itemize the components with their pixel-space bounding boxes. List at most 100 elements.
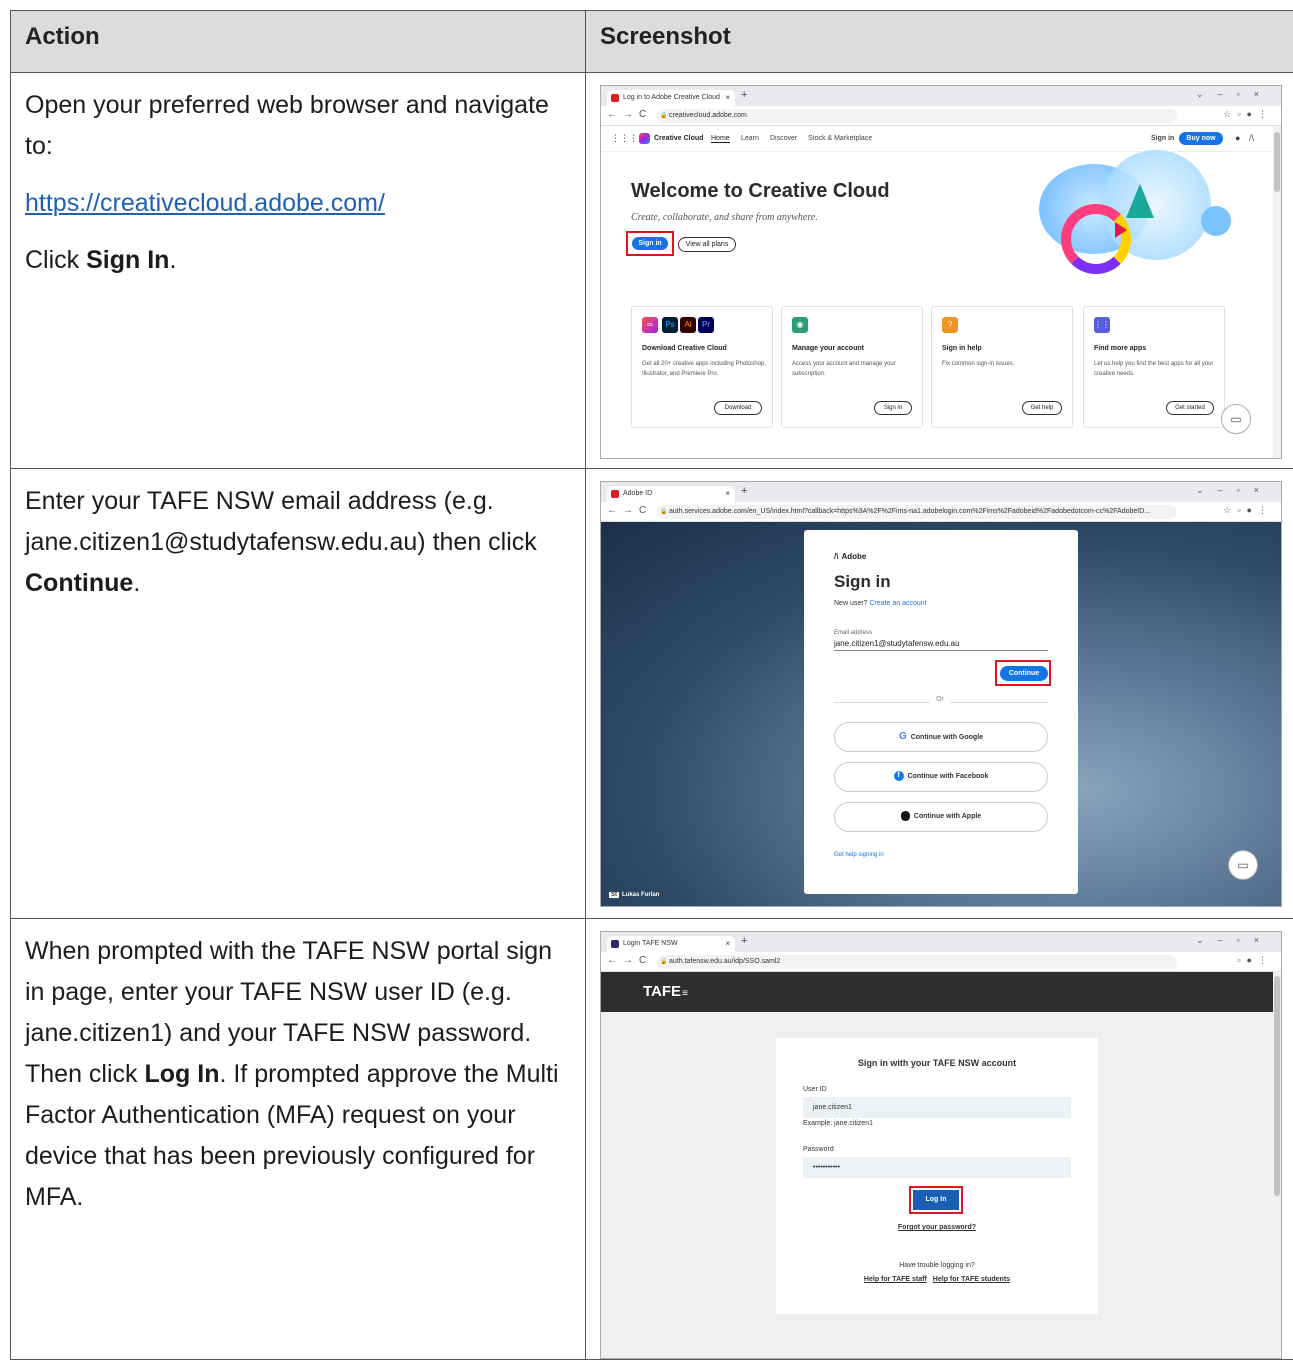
browser-tab[interactable]: Login TAFE NSW× [607,936,735,952]
help-icon[interactable]: ● [1235,133,1240,143]
help-staff-link[interactable]: Help for TAFE staff [864,1276,927,1283]
view-plans-button[interactable]: View all plans [678,237,736,252]
browser-window-adobe-id: Adobe ID× + ⌄–▫× ←→C auth.services.adobe… [600,481,1282,907]
header-screenshot: Screenshot [586,11,1293,73]
tafe-header: TAFE≡ [601,972,1273,1012]
tafe-body: Sign in with your TAFE NSW account User … [601,1012,1273,1358]
signin-title: Sign in [834,572,891,592]
cc-logo-icon [639,133,650,144]
close-tab-icon[interactable]: × [725,90,730,106]
step-1-para-3: Click Sign In. [25,240,571,281]
userid-field[interactable]: jane.citizen1 [803,1097,1071,1118]
app-grid-icon[interactable]: ⋮⋮⋮ [611,133,638,144]
hero-subtitle: Create, collaborate, and share from anyw… [631,212,818,223]
google-button[interactable]: GContinue with Google [834,722,1048,752]
window-controls-icon[interactable]: ⌄–▫× [1196,485,1273,496]
card-desc: Let us help you find the best apps for a… [1094,359,1218,379]
adobe-logo-icon: /\ [1249,133,1254,143]
card-title: Sign in help [942,345,982,352]
card-desc: Fix common sign-in issues. [942,359,1066,369]
nav-discover[interactable]: Discover [770,135,797,142]
card-help: ? Sign in help Fix common sign-in issues… [931,306,1073,428]
address-bar[interactable]: creativecloud.adobe.com [657,109,1177,123]
step-2-para: Enter your TAFE NSW email address (e.g. … [25,481,571,604]
nav-learn[interactable]: Learn [741,135,759,142]
premiere-icon: Pr [698,317,714,333]
creative-cloud-link[interactable]: https://creativecloud.adobe.com/ [25,189,385,217]
card-title: Manage your account [792,345,864,352]
step-1-text: Open your preferred web browser and navi… [11,73,586,469]
photo-credit: StLukas Furlan [609,892,659,898]
new-tab-icon[interactable]: + [741,935,747,947]
nav-arrows-icon[interactable]: ←→C [607,505,652,516]
card-account: ◉ Manage your account Access your accoun… [781,306,923,428]
card-title: Find more apps [1094,345,1146,352]
step-2-screenshot: Adobe ID× + ⌄–▫× ←→C auth.services.adobe… [586,469,1293,919]
background-photo: /\Adobe Sign in New user? Create an acco… [601,522,1281,906]
apple-icon [901,811,910,821]
nav-home[interactable]: Home [711,135,730,143]
create-account-link[interactable]: Create an account [869,600,926,607]
address-bar[interactable]: auth.services.adobe.com/en_US/index.html… [657,505,1177,519]
help-signin-link[interactable]: Get help signing in [834,852,884,858]
brand-name: Creative Cloud [654,135,703,142]
instruction-table: Action Screenshot Open your preferred we… [10,10,1293,1360]
apple-button[interactable]: Continue with Apple [834,802,1048,832]
facebook-button[interactable]: fContinue with Facebook [834,762,1048,792]
card-apps: ⋮⋮ Find more apps Let us help you find t… [1083,306,1225,428]
trouble-text: Have trouble logging in? [776,1262,1098,1269]
browser-actions-icon[interactable]: ☆▫●⋮ [1223,109,1273,120]
forgot-password-link[interactable]: Forgot your password? [776,1224,1098,1231]
password-field[interactable]: ••••••••••• [803,1157,1071,1178]
browser-tab[interactable]: Log in to Adobe Creative Cloud× [607,90,735,106]
highlight-signin [626,231,674,256]
nav-arrows-icon[interactable]: ←→C [607,109,652,120]
browser-window-cc: Log in to Adobe Creative Cloud× + ⌄–▫× ←… [600,85,1282,459]
facebook-icon: f [894,771,904,781]
browser-window-tafe: Login TAFE NSW× + ⌄–▫× ←→C auth.tafensw.… [600,931,1282,1359]
nav-signin-link[interactable]: Sign in [1151,135,1174,142]
close-tab-icon[interactable]: × [725,486,730,502]
highlight-continue [995,660,1051,686]
stock-icon: St [609,892,619,898]
browser-actions-icon[interactable]: ▫●⋮ [1237,955,1273,966]
step-3-text: When prompted with the TAFE NSW portal s… [11,919,586,1360]
window-controls-icon[interactable]: ⌄–▫× [1196,935,1273,946]
hero-illustration [1021,144,1251,284]
get-started-button[interactable]: Get started [1166,401,1214,415]
login-heading: Sign in with your TAFE NSW account [776,1058,1098,1068]
nav-arrows-icon[interactable]: ←→C [607,955,652,966]
tafe-logo-icon: ≡ [682,988,688,999]
photoshop-icon: Ps [662,317,678,333]
card-desc: Access your account and manage your subs… [792,359,916,379]
help-circle-icon: ? [942,317,958,333]
adobe-favicon-icon [611,490,619,498]
card-download: ∞ Ps Ai Pr Download Creative Cloud Get a… [631,306,773,428]
download-button[interactable]: Download [714,401,762,415]
chat-icon[interactable]: ▭ [1221,404,1251,434]
new-tab-icon[interactable]: + [741,89,747,101]
browser-tab[interactable]: Adobe ID× [607,486,735,502]
window-controls-icon[interactable]: ⌄–▫× [1196,89,1273,100]
chat-icon[interactable]: ▭ [1228,850,1258,880]
scrollbar[interactable] [1273,972,1281,1358]
nav-stock[interactable]: Stock & Marketplace [808,135,872,142]
browser-actions-icon[interactable]: ☆▫●⋮ [1223,505,1273,516]
get-help-button[interactable]: Get help [1022,401,1062,415]
scrollbar[interactable] [1273,126,1281,458]
signin-card: /\Adobe Sign in New user? Create an acco… [804,530,1078,894]
email-field[interactable]: jane.citizen1@studytafensw.edu.au [834,639,1048,651]
new-tab-icon[interactable]: + [741,485,747,497]
step-2-text: Enter your TAFE NSW email address (e.g. … [11,469,586,919]
adobe-brand: /\Adobe [834,552,866,561]
help-students-link[interactable]: Help for TAFE students [933,1276,1010,1283]
google-icon: G [899,731,907,742]
help-links: Help for TAFE staff Help for TAFE student… [776,1276,1098,1283]
hero-title: Welcome to Creative Cloud [631,180,890,203]
highlight-login [909,1186,963,1214]
userid-label: User ID [803,1086,827,1093]
address-bar[interactable]: auth.tafensw.edu.au/idp/SSO.saml2 [657,955,1177,969]
card-desc: Get all 20+ creative apps including Phot… [642,359,766,379]
close-tab-icon[interactable]: × [725,936,730,952]
card-signin-button[interactable]: Sign in [874,401,912,415]
